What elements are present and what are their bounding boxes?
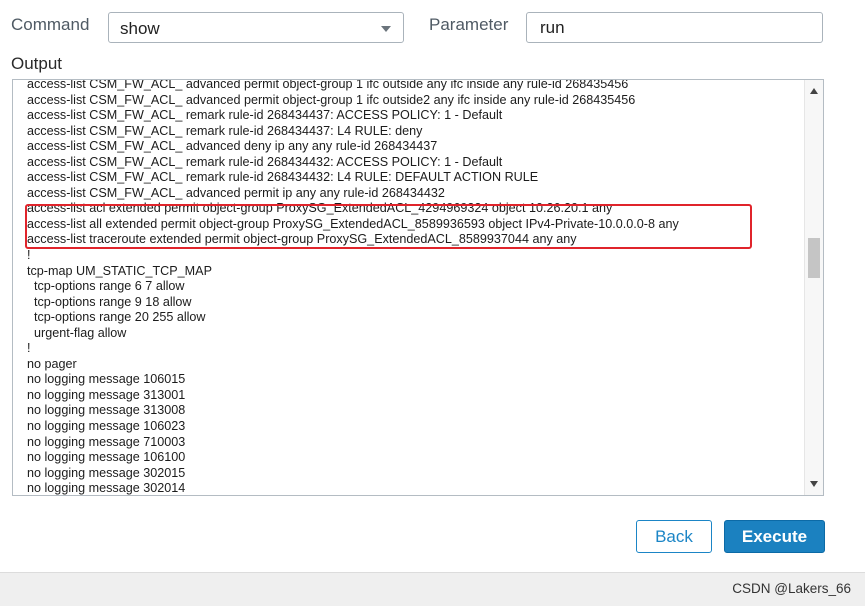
output-line: no pager	[27, 356, 77, 371]
output-line: access-list CSM_FW_ACL_ remark rule-id 2…	[27, 123, 423, 138]
output-line: tcp-options range 20 255 allow	[27, 310, 206, 325]
output-line: tcp-map UM_STATIC_TCP_MAP	[27, 263, 212, 278]
output-line: tcp-options range 9 18 allow	[27, 294, 192, 309]
output-line: no logging message 106015	[27, 372, 186, 387]
output-scrollbar[interactable]	[804, 80, 823, 495]
output-line: access-list CSM_FW_ACL_ remark rule-id 2…	[27, 108, 503, 123]
output-line: access-list CSM_FW_ACL_ advanced deny ip…	[27, 139, 438, 154]
command-label: Command	[11, 15, 90, 34]
output-line: !	[27, 341, 31, 356]
output-line: access-list CSM_FW_ACL_ advanced permit …	[27, 92, 636, 107]
output-line: tcp-options range 6 7 allow	[27, 279, 185, 294]
parameter-label: Parameter	[429, 15, 509, 34]
output-line: access-list CSM_FW_ACL_ advanced permit …	[27, 79, 629, 91]
command-select[interactable]: show	[108, 12, 404, 43]
output-line: no logging message 313008	[27, 403, 186, 418]
output-line: no logging message 106100	[27, 450, 186, 465]
scroll-up-icon[interactable]	[810, 88, 818, 94]
output-line: no logging message 302014	[27, 481, 186, 496]
chevron-down-icon[interactable]	[381, 26, 391, 32]
footer-bar: CSDN @Lakers_66	[0, 572, 865, 606]
output-line: no logging message 313001	[27, 387, 186, 402]
output-line: access-list CSM_FW_ACL_ remark rule-id 2…	[27, 170, 539, 185]
output-line: urgent-flag allow	[27, 325, 127, 340]
output-line: no logging message 302015	[27, 465, 186, 480]
command-select-value: show	[120, 19, 160, 38]
back-button[interactable]: Back	[636, 520, 712, 553]
output-line: no logging message 106023	[27, 419, 186, 434]
output-label: Output	[11, 54, 63, 73]
output-textarea[interactable]: access-list CSM_FW_ACL_ advanced permit …	[12, 79, 824, 496]
output-line: no logging message 710003	[27, 434, 186, 449]
output-lines: access-list CSM_FW_ACL_ advanced permit …	[27, 79, 803, 496]
highlight-box	[25, 204, 752, 249]
scroll-down-icon[interactable]	[810, 481, 818, 487]
parameter-input[interactable]	[526, 12, 823, 43]
watermark-text: CSDN @Lakers_66	[732, 581, 851, 596]
execute-button[interactable]: Execute	[724, 520, 825, 553]
output-line: access-list CSM_FW_ACL_ remark rule-id 2…	[27, 154, 503, 169]
output-line: access-list CSM_FW_ACL_ advanced permit …	[27, 185, 445, 200]
output-line: !	[27, 248, 31, 263]
scrollbar-thumb[interactable]	[808, 238, 820, 278]
